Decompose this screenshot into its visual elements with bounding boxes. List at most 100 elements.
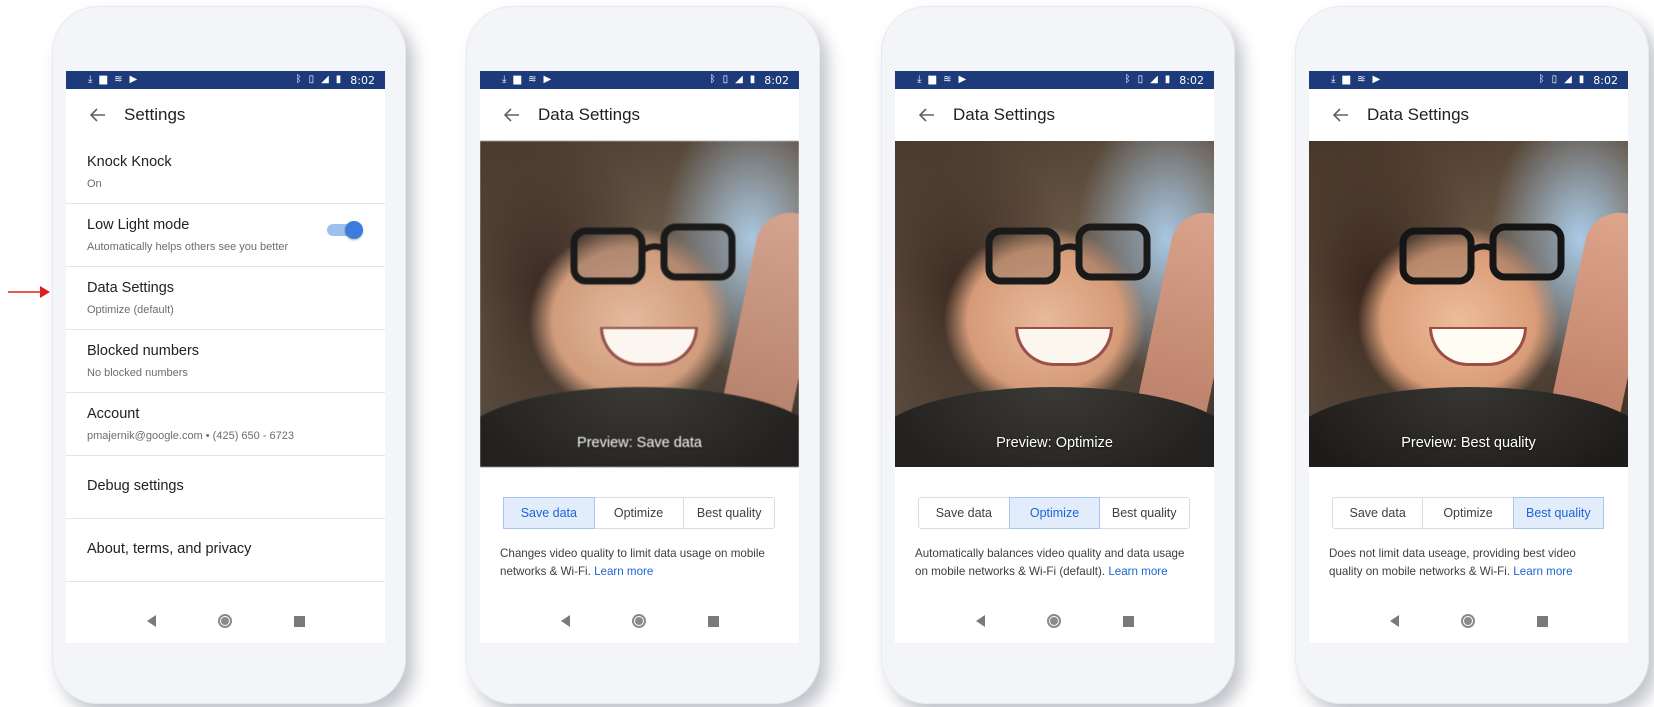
settings-item-data-settings[interactable]: Data Settings Optimize (default) — [66, 267, 385, 330]
back-arrow-icon[interactable] — [915, 103, 939, 127]
preview-label: Preview: Save data — [577, 435, 702, 451]
image-icon: ▆ — [513, 74, 522, 85]
segment-save-data[interactable]: Save data — [919, 498, 1010, 528]
item-title: Debug settings — [87, 478, 184, 494]
battery-icon: ▮ — [749, 74, 756, 85]
item-subtitle: Automatically helps others see you bette… — [87, 241, 289, 253]
settings-item-blocked-numbers[interactable]: Blocked numbers No blocked numbers — [66, 330, 385, 393]
item-subtitle: pmajernik@google.com • (425) 650 - 6723 — [87, 430, 295, 442]
video-preview: Preview: Save data — [480, 141, 799, 467]
battery-icon: ▮ — [1578, 74, 1585, 85]
back-arrow-icon[interactable] — [86, 103, 110, 127]
quality-segmented-control: Save data Optimize Best quality — [918, 497, 1190, 529]
settings-list: Knock Knock On Low Light mode Automatica… — [66, 141, 385, 582]
settings-item-about[interactable]: About, terms, and privacy — [66, 519, 385, 582]
learn-more-link[interactable]: Learn more — [594, 565, 653, 578]
description: Changes video quality to limit data usag… — [500, 545, 780, 580]
item-title: Account — [87, 406, 140, 422]
app-bar: Data Settings — [480, 89, 799, 141]
app-bar: Settings — [66, 89, 385, 141]
battery-icon: ▮ — [1164, 74, 1171, 85]
bluetooth-icon: ᛒ — [1538, 74, 1545, 85]
learn-more-link[interactable]: Learn more — [1513, 565, 1572, 578]
learn-more-link[interactable]: Learn more — [1108, 565, 1167, 578]
page-title: Data Settings — [538, 105, 641, 124]
item-title: Blocked numbers — [87, 343, 200, 359]
item-subtitle: On — [87, 178, 102, 190]
phone-data-best-quality: ⤓ ▆ ≋ ▶ ᛒ ▯ ◢ ▮ 8:02 Data Settings Previ… — [1295, 6, 1649, 704]
nav-back-icon[interactable] — [1389, 615, 1399, 627]
nav-recent-icon[interactable] — [293, 615, 305, 627]
bluetooth-icon: ᛒ — [295, 74, 302, 85]
segment-best-quality[interactable]: Best quality — [1099, 498, 1189, 528]
app-bar: Data Settings — [1309, 89, 1628, 141]
settings-item-low-light[interactable]: Low Light mode Automatically helps other… — [66, 204, 385, 267]
item-title: About, terms, and privacy — [87, 541, 252, 557]
nav-recent-icon[interactable] — [707, 615, 719, 627]
signal-icon: ◢ — [1564, 74, 1572, 85]
item-title: Knock Knock — [87, 154, 172, 170]
phone-data-save: ⤓ ▆ ≋ ▶ ᛒ ▯ ◢ ▮ 8:02 Data Settings Previ… — [466, 6, 820, 704]
nav-back-icon[interactable] — [560, 615, 570, 627]
segment-save-data[interactable]: Save data — [503, 497, 595, 529]
item-title: Data Settings — [87, 280, 175, 296]
status-bar: ⤓ ▆ ≋ ▶ ᛒ ▯ ◢ ▮ 8:02 — [480, 71, 799, 89]
image-icon: ▆ — [928, 74, 937, 85]
nav-recent-icon[interactable] — [1122, 615, 1134, 627]
segment-optimize[interactable]: Optimize — [594, 498, 685, 528]
preview-label: Preview: Optimize — [996, 435, 1113, 451]
nav-home-icon[interactable] — [1046, 614, 1061, 628]
status-time: 8:02 — [764, 73, 789, 87]
nav-recent-icon[interactable] — [1536, 615, 1548, 627]
settings-item-debug[interactable]: Debug settings — [66, 456, 385, 519]
download-icon: ⤓ — [502, 74, 507, 85]
page-title: Data Settings — [1367, 105, 1470, 124]
signal-icon: ◢ — [735, 74, 743, 85]
screen: ⤓ ▆ ≋ ▶ ᛒ ▯ ◢ ▮ 8:02 Settings Knock Knoc… — [66, 71, 385, 643]
status-time: 8:02 — [350, 73, 375, 87]
screen: ⤓ ▆ ≋ ▶ ᛒ ▯ ◢ ▮ 8:02 Data Settings Previ… — [480, 71, 799, 643]
pointer-arrow-icon — [8, 286, 50, 298]
status-bar: ⤓ ▆ ≋ ▶ ᛒ ▯ ◢ ▮ 8:02 — [895, 71, 1214, 89]
nav-home-icon[interactable] — [631, 614, 646, 628]
signal-icon: ◢ — [1150, 74, 1158, 85]
wifi-icon: ≋ — [528, 74, 537, 85]
nav-bar — [1309, 599, 1628, 643]
item-subtitle: No blocked numbers — [87, 367, 188, 379]
back-arrow-icon[interactable] — [500, 103, 524, 127]
app-bar: Data Settings — [895, 89, 1214, 141]
play-icon: ▶ — [1372, 74, 1381, 85]
nav-bar — [895, 599, 1214, 643]
phone-data-optimize: ⤓ ▆ ≋ ▶ ᛒ ▯ ◢ ▮ 8:02 Data Settings Previ… — [881, 6, 1235, 704]
segment-optimize[interactable]: Optimize — [1423, 498, 1514, 528]
wifi-icon: ≋ — [943, 74, 952, 85]
segment-optimize[interactable]: Optimize — [1008, 497, 1101, 529]
settings-item-knock-knock[interactable]: Knock Knock On — [66, 141, 385, 204]
status-bar: ⤓ ▆ ≋ ▶ ᛒ ▯ ◢ ▮ 8:02 — [66, 71, 385, 89]
quality-segmented-control: Save data Optimize Best quality — [1332, 497, 1604, 529]
screen: ⤓ ▆ ≋ ▶ ᛒ ▯ ◢ ▮ 8:02 Data Settings Previ… — [895, 71, 1214, 643]
nav-back-icon[interactable] — [975, 615, 985, 627]
nav-back-icon[interactable] — [146, 615, 156, 627]
nav-home-icon[interactable] — [217, 614, 232, 628]
preview-label: Preview: Best quality — [1401, 435, 1536, 451]
back-arrow-icon[interactable] — [1329, 103, 1353, 127]
wifi-icon: ≋ — [114, 74, 123, 85]
bluetooth-icon: ᛒ — [1124, 74, 1131, 85]
nav-bar — [480, 599, 799, 643]
wifi-icon: ≋ — [1357, 74, 1366, 85]
segment-best-quality[interactable]: Best quality — [1512, 497, 1604, 529]
low-light-toggle[interactable] — [327, 221, 363, 239]
play-icon: ▶ — [958, 74, 967, 85]
screen: ⤓ ▆ ≋ ▶ ᛒ ▯ ◢ ▮ 8:02 Data Settings Previ… — [1309, 71, 1628, 643]
nav-home-icon[interactable] — [1460, 614, 1475, 628]
segment-best-quality[interactable]: Best quality — [684, 498, 774, 528]
settings-item-account[interactable]: Account pmajernik@google.com • (425) 650… — [66, 393, 385, 456]
phone-settings: ⤓ ▆ ≋ ▶ ᛒ ▯ ◢ ▮ 8:02 Settings Knock Knoc… — [52, 6, 406, 704]
download-icon: ⤓ — [1331, 74, 1336, 85]
bluetooth-icon: ᛒ — [709, 74, 716, 85]
vibrate-icon: ▯ — [1551, 74, 1558, 85]
description: Does not limit data useage, providing be… — [1329, 545, 1609, 580]
video-preview: Preview: Best quality — [1309, 141, 1628, 467]
segment-save-data[interactable]: Save data — [1333, 498, 1424, 528]
